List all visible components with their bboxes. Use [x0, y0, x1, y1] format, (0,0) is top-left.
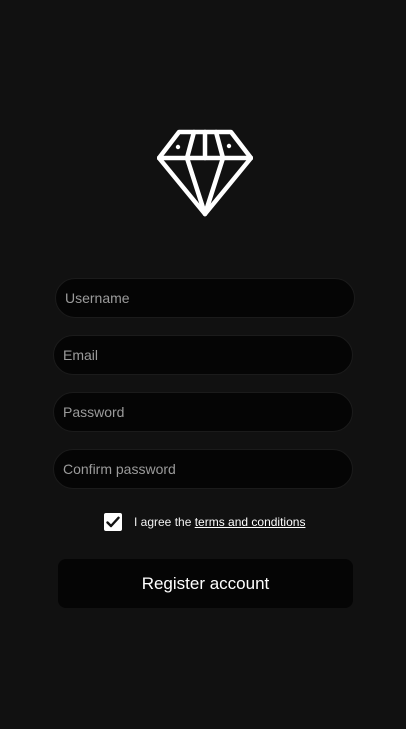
register-button[interactable]: Register account — [58, 559, 353, 608]
confirm-password-input[interactable] — [53, 449, 353, 489]
username-input[interactable] — [55, 278, 355, 318]
diamond-icon — [157, 129, 253, 217]
agree-label: I agree the terms and conditions — [134, 515, 305, 529]
terms-link[interactable]: terms and conditions — [195, 515, 306, 529]
email-input[interactable] — [53, 335, 353, 375]
agree-checkbox[interactable] — [104, 512, 122, 531]
checkmark-icon — [106, 516, 120, 527]
password-input[interactable] — [53, 392, 353, 432]
register-screen: I agree the terms and conditions Registe… — [0, 0, 406, 729]
agree-prefix-text: I agree the — [134, 514, 195, 529]
terms-agreement-row: I agree the terms and conditions — [104, 512, 305, 531]
